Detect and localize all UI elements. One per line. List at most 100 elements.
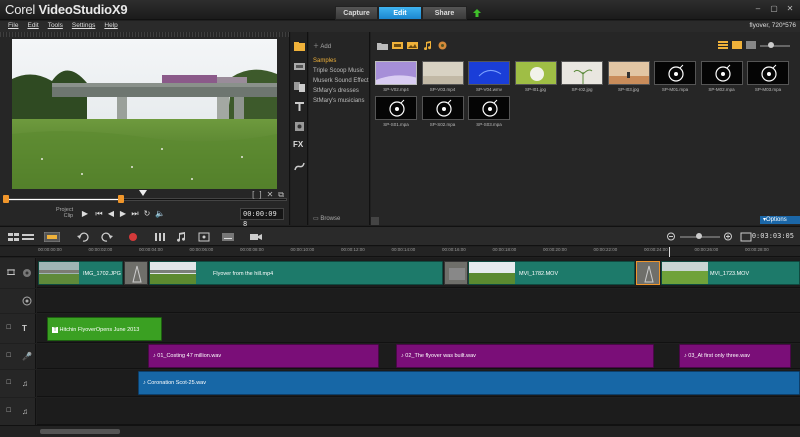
library-thumbnail[interactable]: SP-I02.jpg [561, 61, 603, 93]
maximize-icon[interactable]: ▢ [767, 3, 781, 14]
library-thumbnail[interactable]: SP-V04.wmv [468, 61, 510, 93]
folder-muserk-sound-effect[interactable]: Muserk Sound Effect [313, 78, 371, 84]
library-thumbnail[interactable]: SP-S02.mpa [421, 96, 464, 128]
transition-clip[interactable] [124, 261, 148, 285]
library-thumbnail[interactable]: SP-V03.mp4 [421, 61, 464, 93]
trim-handle-end[interactable] [118, 195, 124, 203]
next-frame-icon[interactable]: ▶ [118, 209, 128, 219]
record-capture-icon[interactable] [127, 232, 139, 242]
thumbnail-size-knob[interactable] [768, 42, 774, 48]
library-thumbnail[interactable]: SP-S03.mpa [468, 96, 510, 128]
zoom-in-icon[interactable] [723, 232, 735, 242]
voice-clip-costing[interactable]: ♪ 01_Costing 47 million.wav [148, 344, 379, 368]
menu-tools[interactable]: Tools [48, 22, 63, 29]
track-toggle-icon[interactable]: ☐ [6, 379, 16, 389]
mixer-icon[interactable] [154, 232, 166, 242]
filter-fx-icon[interactable]: FX [293, 140, 306, 153]
add-folder-button[interactable]: ＋ Add [313, 41, 331, 50]
timeline-view-icon[interactable] [22, 232, 34, 242]
path-icon[interactable] [293, 160, 306, 173]
list-view-icon[interactable] [718, 41, 728, 51]
split-clip-icon[interactable]: ✕ [267, 190, 274, 200]
library-thumbnail[interactable]: SP-M03.mpa [747, 61, 789, 93]
graphic-icon[interactable] [293, 120, 306, 133]
subtitle-editor-icon[interactable] [222, 232, 234, 242]
video-clip-img-1702[interactable]: IMG_1702.JPG [38, 261, 123, 285]
project-clip-toggle[interactable]: Project Clip [56, 207, 73, 219]
undo-icon[interactable] [77, 232, 89, 242]
library-thumbnail[interactable]: SP-S01.mpa [375, 96, 417, 128]
folder-stmarys-dresses[interactable]: StMary's dresses [313, 88, 371, 94]
library-thumbnail[interactable]: SP-M01.mpa [654, 61, 696, 93]
library-thumbnail[interactable]: SP-I03.jpg [607, 61, 650, 93]
show-photos-icon[interactable] [407, 41, 418, 50]
preview-window[interactable] [12, 39, 277, 189]
auto-music-icon[interactable] [175, 232, 187, 242]
panel-grip[interactable] [0, 32, 289, 37]
tab-edit[interactable]: Edit [378, 6, 422, 20]
redo-icon[interactable] [101, 232, 113, 242]
timeline-ruler[interactable]: 00:00:00:00 00:00:02:00 00:00:04:00 00:00:0… [0, 247, 800, 257]
zoom-knob[interactable] [696, 233, 702, 239]
player-timecode[interactable]: 00:00:09 8 [240, 208, 284, 228]
upload-arrow-icon[interactable] [470, 6, 484, 20]
import-folder-icon[interactable] [377, 41, 388, 50]
scrub-bar[interactable] [5, 198, 287, 201]
copy-icon[interactable]: ⧉ [278, 190, 284, 200]
voice-clip-flyover-built[interactable]: ♪ 02_The flyover was built.wav [396, 344, 654, 368]
voice-clip-at-first[interactable]: ♪ 03_At first only three.wav [679, 344, 791, 368]
folder-triple-scoop-music[interactable]: Triple Scoop Music [313, 68, 371, 74]
menu-edit[interactable]: Edit [27, 22, 38, 29]
mark-out-button[interactable]: ] [259, 190, 261, 200]
tab-capture[interactable]: Capture [335, 6, 378, 20]
timeline-horizontal-scrollbar[interactable] [40, 429, 120, 434]
media-icon[interactable] [293, 40, 306, 53]
folder-stmarys-musicians[interactable]: StMary's musicians [313, 98, 371, 104]
sort-icon[interactable] [746, 41, 756, 51]
zoom-out-icon[interactable] [666, 232, 678, 242]
go-to-end-icon[interactable]: ⏭ [130, 209, 140, 219]
transition-icon[interactable] [293, 80, 306, 93]
instant-project-icon[interactable] [293, 60, 306, 73]
menu-file[interactable]: File [8, 22, 18, 29]
minimize-icon[interactable]: – [751, 3, 765, 14]
thumbnail-view-icon[interactable] [732, 41, 742, 51]
track-toggle-icon[interactable]: ☐ [6, 407, 16, 417]
library-thumbnail[interactable]: SP-V02.mp4 [375, 61, 417, 93]
timeline-playhead[interactable] [669, 247, 670, 257]
stock-media-icon[interactable] [437, 41, 448, 50]
previous-frame-icon[interactable]: ◀ [106, 209, 116, 219]
volume-icon[interactable]: 🔈 [155, 209, 165, 219]
tab-share[interactable]: Share [422, 6, 467, 20]
music-clip-coronation-scot[interactable]: ♪ Coronation Scot-25.wav [138, 371, 800, 395]
library-collapse-button[interactable] [371, 217, 379, 225]
video-clip-mvi-1782[interactable]: MVI_1782.MOV [468, 261, 635, 285]
menu-help[interactable]: Help [104, 22, 117, 29]
mark-in-button[interactable]: [ [252, 190, 254, 200]
trim-handle-start[interactable] [3, 195, 9, 203]
video-clip-flyover-from-hill[interactable]: Flyover from the hill.mp4 [149, 261, 443, 285]
title-icon[interactable] [293, 100, 306, 113]
menu-settings[interactable]: Settings [72, 22, 96, 29]
show-videos-icon[interactable] [392, 41, 403, 50]
motion-tracking-icon[interactable] [198, 232, 210, 242]
fit-project-icon[interactable] [740, 232, 752, 242]
thumbnail-size-slider[interactable] [760, 42, 790, 48]
zoom-slider[interactable] [680, 233, 720, 239]
close-icon[interactable]: ✕ [783, 3, 797, 14]
transition-clip[interactable] [444, 261, 468, 285]
go-to-start-icon[interactable]: ⏮ [94, 209, 104, 219]
track-toggle-icon[interactable]: ☐ [6, 324, 16, 334]
video-clip-mvi-1723[interactable]: MVI_1723.MOV [661, 261, 800, 285]
track-toggle-icon[interactable]: ☐ [6, 352, 16, 362]
folder-samples[interactable]: Samples [313, 58, 371, 64]
transition-clip-selected[interactable] [636, 261, 660, 285]
play-icon[interactable]: ▶ [80, 209, 90, 219]
playhead-marker[interactable] [139, 190, 147, 196]
storyboard-view-icon[interactable] [8, 232, 20, 242]
options-button[interactable]: ▾Options [760, 216, 800, 224]
repeat-icon[interactable]: ↻ [142, 209, 152, 219]
browse-button[interactable]: ▭ Browse [313, 215, 340, 222]
title-clip[interactable]: T Hitchin FlyoverOpens June 2013 [47, 317, 162, 341]
track-manager-icon[interactable] [43, 231, 61, 243]
